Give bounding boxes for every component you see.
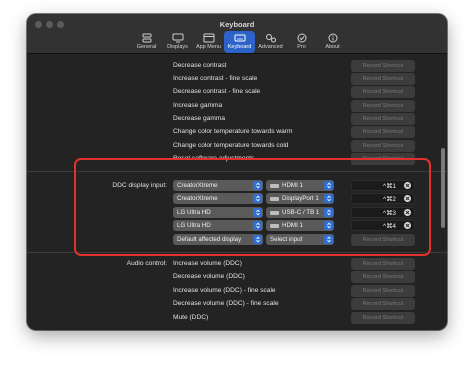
record-shortcut-button[interactable]: Record Shortcut [351,113,415,125]
displays-icon [172,33,183,43]
record-shortcut-button[interactable]: Record Shortcut [351,86,415,98]
shortcut-label: Decrease volume (DDC) [173,273,245,280]
shortcut-label: Increase contrast - fine scale [173,75,258,82]
shortcut-row: Change color temperature towards cold Re… [27,140,447,153]
tab-pro-label: Pro [297,44,306,50]
tab-keyboard[interactable]: Keyboard [224,31,255,53]
shortcut-label: Mute (DDC) [173,314,209,321]
record-shortcut-button[interactable]: Record Shortcut [351,312,415,324]
preferences-toolbar: General Displays App Menu Keyboard Advan… [131,31,348,53]
app-menu-icon [203,33,214,43]
shortcut-label: Decrease contrast [173,62,227,69]
pro-icon [297,33,306,43]
shortcut-label: Increase gamma [173,102,223,109]
tab-about-label: About [325,44,340,50]
record-shortcut-button[interactable]: Record Shortcut [351,298,415,310]
record-shortcut-button[interactable]: Record Shortcut [351,126,415,138]
tab-displays-label: Displays [167,44,188,50]
record-shortcut-button[interactable]: Record Shortcut [351,285,415,297]
advanced-icon [265,34,276,43]
shortcut-row: Increase contrast - fine scale Record Sh… [27,73,447,86]
audio-row: Increase volume (DDC) - fine scale Recor… [27,285,447,298]
shortcut-row: Decrease contrast - fine scale Record Sh… [27,86,447,99]
tab-keyboard-label: Keyboard [227,44,252,50]
audio-row: Audio control: Increase volume (DDC) Rec… [27,258,447,271]
shortcut-row: Decrease gamma Record Shortcut [27,113,447,126]
tab-app-menu-label: App Menu [195,44,222,50]
shortcut-label: Increase volume (DDC) - fine scale [173,287,276,294]
title-bar: Keyboard General Displays App Menu Keybo… [27,14,447,54]
record-shortcut-button[interactable]: Record Shortcut [351,258,415,270]
shortcut-label: Decrease contrast - fine scale [173,88,261,95]
shortcut-label: Increase volume (DDC) [173,260,242,267]
tab-app-menu[interactable]: App Menu [193,31,224,53]
record-shortcut-button[interactable]: Record Shortcut [351,73,415,85]
audio-row: Mute (DDC) Record Shortcut [27,312,447,325]
audio-row: Decrease volume (DDC) Record Shortcut [27,271,447,284]
audio-section-label: Audio control: [126,260,167,267]
scrollbar-thumb[interactable] [441,148,445,228]
tab-advanced[interactable]: Advanced [255,31,286,53]
tab-pro[interactable]: Pro [286,31,317,53]
about-icon [328,33,337,43]
shortcut-row: Decrease contrast Record Shortcut [27,60,447,73]
record-shortcut-button[interactable]: Record Shortcut [351,271,415,283]
shortcut-row: Change color temperature towards warm Re… [27,126,447,139]
record-shortcut-button[interactable]: Record Shortcut [351,100,415,112]
shortcut-label: Decrease volume (DDC) - fine scale [173,300,279,307]
shortcut-label: Change color temperature towards cold [173,142,289,149]
record-shortcut-button[interactable]: Record Shortcut [351,140,415,152]
audio-row: Decrease volume (DDC) - fine scale Recor… [27,298,447,311]
keyboard-icon [234,34,245,42]
tab-general[interactable]: General [131,31,162,53]
shortcut-row: Increase gamma Record Shortcut [27,100,447,113]
record-shortcut-button[interactable]: Record Shortcut [351,60,415,72]
general-icon [142,33,151,43]
shortcut-label: Decrease gamma [173,115,226,122]
tab-general-label: General [136,44,157,50]
tab-displays[interactable]: Displays [162,31,193,53]
shortcut-label: Change color temperature towards warm [173,128,293,135]
tab-about[interactable]: About [317,31,348,53]
ddc-highlight-annotation [74,158,431,256]
window-title: Keyboard [219,20,255,29]
tab-advanced-label: Advanced [258,44,283,50]
